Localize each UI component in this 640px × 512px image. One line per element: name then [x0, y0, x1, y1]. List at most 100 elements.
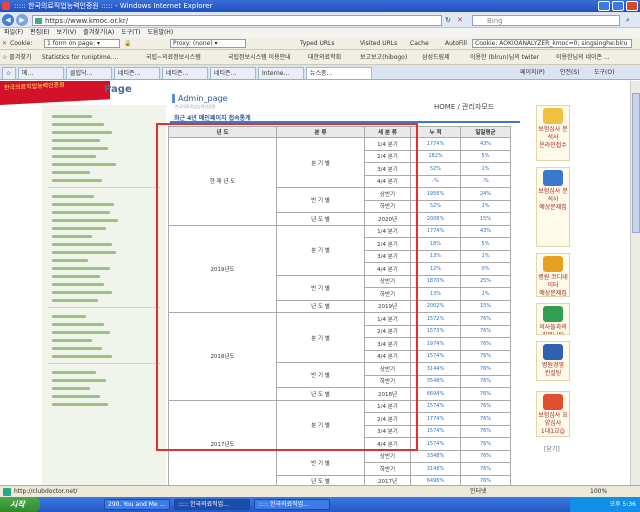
link-item[interactable]: 보고보고(hibogo): [360, 53, 407, 62]
ad-banner[interactable]: 병원 코디네이터 예상문제집: [536, 253, 570, 297]
sidebar-link[interactable]: [52, 243, 112, 246]
tab-active[interactable]: 뉴스종...: [306, 67, 372, 79]
ads-close-link[interactable]: [닫기]: [544, 444, 560, 453]
menu-edit[interactable]: 편집(E): [30, 29, 50, 36]
autofill-button[interactable]: AutoFill: [445, 39, 467, 48]
sidebar-link[interactable]: [52, 227, 106, 230]
tab[interactable]: 클립닥...: [66, 67, 112, 79]
sidebar-link[interactable]: [52, 259, 88, 262]
menu-view[interactable]: 보기(V): [57, 29, 77, 36]
cache-button[interactable]: Cache: [410, 39, 429, 48]
vertical-scrollbar[interactable]: [630, 81, 640, 485]
tab[interactable]: Interne...: [258, 67, 304, 79]
close-button[interactable]: [626, 1, 638, 11]
tab[interactable]: 네티즌...: [114, 67, 160, 79]
sidebar-link[interactable]: [52, 323, 104, 326]
link-item[interactable]: 국립정보시스템 이용안내: [228, 53, 291, 62]
sidebar-link[interactable]: [52, 155, 96, 158]
link-item[interactable]: 대한의료학회: [308, 53, 341, 62]
sidebar-link[interactable]: [52, 211, 110, 214]
sidebar-link[interactable]: [52, 147, 108, 150]
address-input[interactable]: https://www.kmoc.or.kr/: [32, 15, 442, 26]
sidebar-link[interactable]: [52, 139, 100, 142]
sidebar-link[interactable]: [52, 371, 96, 374]
tab[interactable]: 메...: [18, 67, 64, 79]
start-button[interactable]: 시작: [0, 497, 40, 512]
scroll-thumb[interactable]: [632, 93, 640, 233]
sidebar-link[interactable]: [52, 123, 104, 126]
menu-file[interactable]: 파일(F): [4, 29, 23, 36]
sidebar-link[interactable]: [52, 315, 86, 318]
link-item[interactable]: 이용한님의 네이존 ...: [556, 53, 610, 62]
ad-banner[interactable]: 보험심사 분석사 온라인접수: [536, 105, 570, 161]
link-item[interactable]: 삼성드림제: [422, 53, 450, 62]
back-icon[interactable]: ◀: [2, 14, 14, 26]
tab[interactable]: 네티즌...: [210, 67, 256, 79]
menu-favorites[interactable]: 즐겨찾기(A): [83, 29, 114, 36]
favorites-center-icon[interactable]: ☆: [2, 67, 16, 79]
sidebar-link[interactable]: [52, 331, 110, 334]
sidebar-link[interactable]: [52, 131, 112, 134]
page-menu[interactable]: 페이지(P): [520, 68, 545, 78]
favorites-button[interactable]: ☆ 즐겨찾기: [2, 53, 31, 62]
cumulative-cell: -%: [410, 174, 461, 188]
sidebar-link[interactable]: [52, 283, 104, 286]
page-icon: [35, 18, 42, 24]
close-toolbar-icon[interactable]: ✕: [2, 39, 7, 48]
visited-urls-button[interactable]: Visited URLs: [360, 39, 397, 48]
ad-banner[interactable]: 보험심사 분석사 예상문제집: [536, 167, 570, 247]
sidebar-link[interactable]: [52, 339, 92, 342]
sidebar-link[interactable]: [52, 275, 100, 278]
sidebar-link[interactable]: [52, 355, 112, 358]
refresh-icon[interactable]: ↻: [444, 16, 452, 24]
sidebar-link[interactable]: [52, 219, 118, 222]
typed-urls-button[interactable]: Typed URLs: [300, 39, 335, 48]
taskbar-item[interactable]: 290. You and Me ...: [104, 499, 170, 510]
ad-banner[interactable]: 보험심사 요양심사 1대1교습: [536, 391, 570, 437]
search-icon[interactable]: ⌕: [624, 16, 632, 24]
sidebar-link[interactable]: [52, 203, 114, 206]
cookie-value-field[interactable]: Cookie: AOKIOANALYZER_kmoc=0; singsinghe…: [472, 39, 632, 48]
sidebar-link[interactable]: [52, 235, 92, 238]
tab[interactable]: 네티즌...: [162, 67, 208, 79]
sidebar-link[interactable]: [52, 251, 116, 254]
sidebar-link[interactable]: [52, 403, 108, 406]
menu-tools[interactable]: 도구(T): [121, 29, 140, 36]
safety-menu[interactable]: 안전(S): [560, 68, 580, 78]
sidebar-link[interactable]: [52, 195, 94, 198]
taskbar-item[interactable]: ::::: 한국의료직업...: [254, 499, 330, 510]
sidebar-link[interactable]: [52, 347, 102, 350]
visit-stats-table: 년 도 분 류 세 분 류 누 적 일일평균 현 재 년 도분 기 별 1/4 분…: [168, 126, 511, 485]
stop-icon[interactable]: ✕: [456, 16, 464, 24]
menu-help[interactable]: 도움말(H): [147, 29, 173, 36]
sidebar-link[interactable]: [52, 115, 92, 118]
tools-menu[interactable]: 도구(O): [594, 68, 614, 78]
zoom-level[interactable]: 100%: [590, 486, 607, 497]
subcategory-cell: 2/4 분기: [364, 237, 411, 251]
lock-icon[interactable]: 🔒: [124, 39, 131, 48]
ad-banner[interactable]: 의사들과의커뮤니티: [536, 303, 570, 335]
subcategory-cell: 1/4 분기: [364, 399, 411, 413]
sidebar-link[interactable]: [52, 179, 102, 182]
sidebar-link[interactable]: [52, 163, 116, 166]
table-header-row: 년 도 분 류 세 분 류 누 적 일일평균: [168, 126, 511, 138]
sidebar-link[interactable]: [52, 291, 112, 294]
sidebar-link[interactable]: [52, 299, 98, 302]
sidebar-link[interactable]: [52, 379, 106, 382]
link-item[interactable]: 국립~의료정보시스템: [146, 53, 201, 62]
link-item[interactable]: Statistics for runiptime....: [42, 53, 118, 62]
minimize-button[interactable]: [598, 1, 610, 11]
sidebar-link[interactable]: [52, 171, 90, 174]
proxy-select[interactable]: Proxy: (none) ▾: [170, 39, 246, 48]
taskbar-item[interactable]: ::::: 한국의료직업...: [174, 499, 250, 510]
sidebar-link[interactable]: [52, 387, 90, 390]
search-input[interactable]: Bing: [472, 15, 620, 26]
site-logo[interactable]: 한국의료직업능력인증원: [0, 81, 110, 105]
ad-banner[interactable]: 병원경영 컨설팅: [536, 341, 570, 381]
forward-icon[interactable]: ▶: [16, 14, 28, 26]
maximize-button[interactable]: [612, 1, 624, 11]
sidebar-link[interactable]: [52, 395, 100, 398]
sidebar-link[interactable]: [52, 267, 110, 270]
form-select[interactable]: 1 form on page: ▾: [44, 39, 120, 48]
link-item[interactable]: 이용한 (blrun)님의 twiter: [470, 53, 539, 62]
